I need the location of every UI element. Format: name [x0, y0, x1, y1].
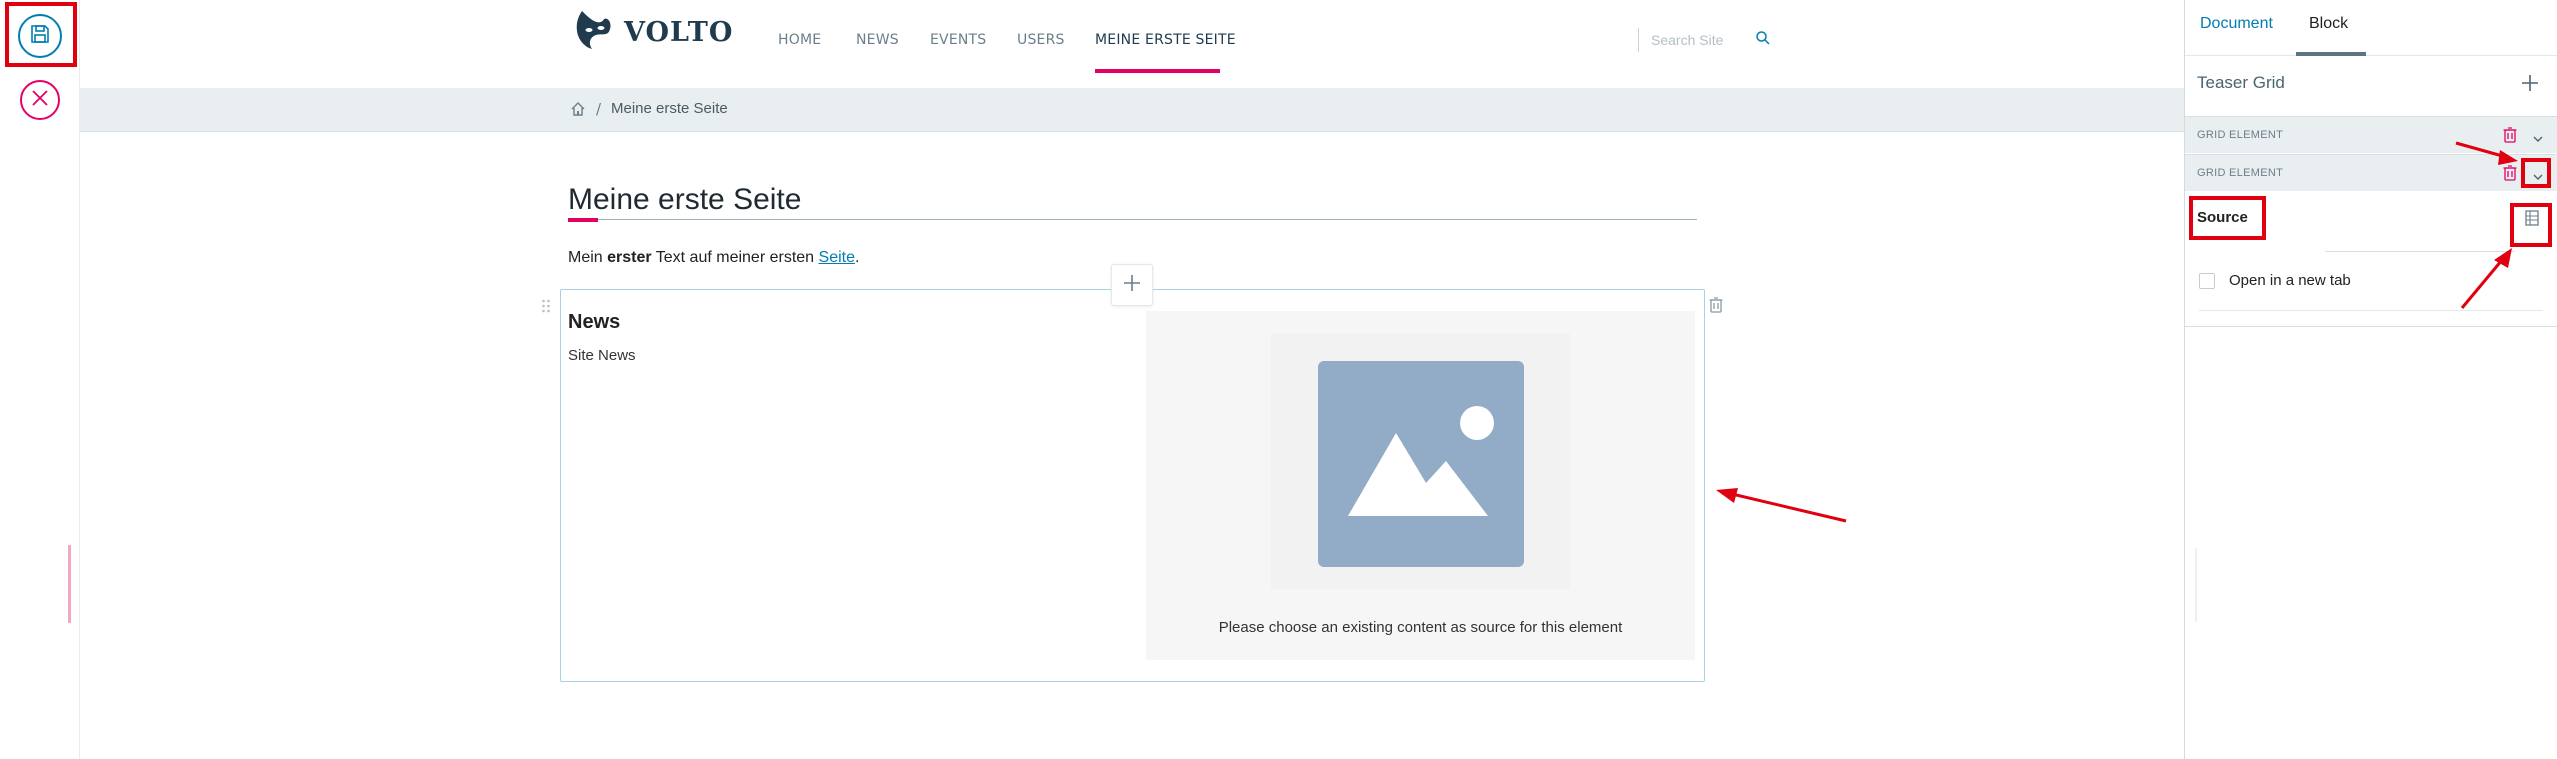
- open-new-tab-label[interactable]: Open in a new tab: [2229, 272, 2351, 289]
- breadcrumb-current: Meine erste Seite: [611, 100, 728, 117]
- toolbar-indicator: [68, 545, 71, 623]
- intro-paragraph[interactable]: Mein erster Text auf meiner ersten Seite…: [568, 249, 859, 267]
- annotation-arrow-block: [1710, 485, 1850, 529]
- chevron-down-icon[interactable]: [2532, 129, 2544, 148]
- grid-element-label: GRID ELEMENT: [2197, 129, 2284, 141]
- annotation-arrow-chevron: [2454, 139, 2522, 173]
- editor-toolbar: [0, 0, 80, 759]
- image-placeholder-icon: [1318, 361, 1524, 567]
- site-logo[interactable]: VOLTO: [574, 10, 733, 54]
- plus-icon: [1122, 273, 1142, 297]
- nav-item-users[interactable]: USERS: [1017, 32, 1065, 48]
- volto-mask-icon: [574, 9, 614, 55]
- search-input[interactable]: [1651, 32, 1747, 48]
- intro-bold: erster: [607, 249, 652, 266]
- breadcrumb-separator: /: [596, 100, 602, 118]
- nav-item-news[interactable]: NEWS: [856, 32, 899, 48]
- close-icon: [30, 88, 50, 112]
- tab-block[interactable]: Block: [2309, 15, 2348, 33]
- nav-item-events[interactable]: EVENTS: [930, 32, 986, 48]
- divider: [2185, 326, 2557, 327]
- intro-link[interactable]: Seite: [819, 249, 855, 266]
- teaser-description: Site News: [568, 347, 636, 364]
- save-icon: [28, 22, 52, 50]
- page-title[interactable]: Meine erste Seite: [568, 183, 801, 217]
- intro-suffix: .: [854, 249, 860, 266]
- block-delete-icon[interactable]: [1709, 297, 1723, 317]
- teaser-grid-label: Teaser Grid: [2197, 73, 2285, 92]
- breadcrumb: / Meine erste Seite: [80, 88, 2184, 132]
- nav-active-indicator: [1095, 69, 1220, 73]
- browse-source-icon[interactable]: [2525, 210, 2539, 230]
- chevron-down-icon[interactable]: [2532, 167, 2544, 186]
- cancel-button[interactable]: [20, 80, 60, 120]
- logo-text: VOLTO: [624, 16, 734, 48]
- add-grid-element-icon[interactable]: [2520, 73, 2540, 97]
- annotation-arrow-browse: [2458, 246, 2518, 316]
- title-divider: [568, 219, 1697, 220]
- sidebar-collapse-handle[interactable]: [2195, 548, 2197, 622]
- nav-item-meine-erste-seite[interactable]: MEINE ERSTE SEITE: [1095, 32, 1236, 48]
- home-icon[interactable]: [570, 101, 586, 121]
- intro-middle: Text auf meiner ersten: [651, 249, 819, 266]
- add-block-button[interactable]: [1111, 264, 1153, 306]
- search-icon[interactable]: [1755, 30, 1771, 50]
- site-header: VOLTO HOME NEWS EVENTS USERS MEINE ERSTE…: [80, 0, 2184, 88]
- title-accent: [568, 218, 598, 222]
- save-button[interactable]: [18, 14, 62, 58]
- intro-prefix: Mein: [568, 249, 608, 266]
- placeholder-message: Please choose an existing content as sou…: [1218, 619, 1623, 636]
- tab-document[interactable]: Document: [2200, 15, 2273, 33]
- drag-handle-icon[interactable]: [541, 298, 551, 318]
- search-box: [1638, 28, 1778, 52]
- grid-element-label: GRID ELEMENT: [2197, 167, 2284, 179]
- source-label: Source: [2197, 209, 2248, 226]
- nav-item-home[interactable]: HOME: [778, 32, 821, 48]
- open-new-tab-checkbox[interactable]: [2199, 273, 2215, 289]
- block-settings-sidebar: Document Block Teaser Grid GRID ELEMENT …: [2184, 0, 2557, 759]
- teaser-title: News: [568, 311, 621, 333]
- sidebar-tabs: Document Block: [2185, 0, 2557, 56]
